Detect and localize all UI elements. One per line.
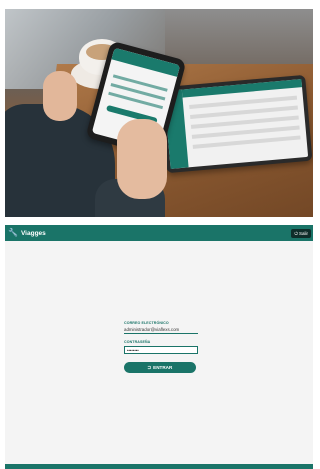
exit-label: Salir [298,231,308,236]
app-window: 🔧 Viagges ⏻ Salir CORREO ELECTRÓNICO adm… [5,225,313,469]
email-label: CORREO ELECTRÓNICO [124,321,169,325]
app-header: 🔧 Viagges ⏻ Salir [5,225,313,241]
brand-name: Viagges [20,229,46,237]
footer-bar [5,464,313,469]
login-icon: ⮊ [147,365,152,370]
wrench-icon: 🔧 [8,228,18,237]
left-hand [43,71,77,121]
password-label: CONTRASEÑA [124,340,151,344]
submit-button[interactable]: ⮊ ENTRAR [124,362,196,373]
email-field[interactable]: administrador@viaflexs.com [124,327,198,334]
phone-topbar [111,47,181,77]
phone-line [112,74,168,92]
login-form: CORREO ELECTRÓNICO administrador@viaflex… [124,321,198,373]
right-hand [117,119,167,199]
power-icon: ⏻ [294,231,298,236]
tablet-device [159,74,313,174]
tablet-row [192,135,301,149]
submit-label: ENTRAR [153,365,173,370]
exit-button[interactable]: ⏻ Salir [291,229,311,238]
hero-photo [5,9,313,217]
password-field[interactable]: •••••••• [124,346,198,354]
